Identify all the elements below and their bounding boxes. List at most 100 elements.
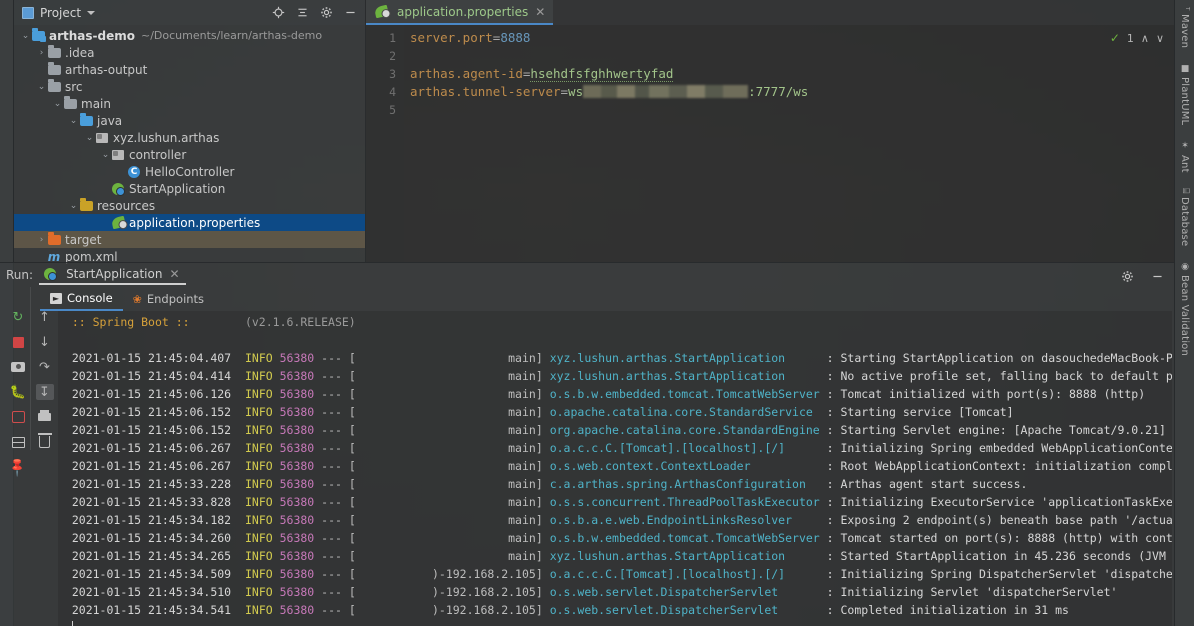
- tree-node-startapplication[interactable]: StartApplication: [14, 180, 365, 197]
- console-log-line: 2021-01-15 21:45:34.509 INFO 56380 --- […: [71, 567, 1172, 581]
- tree-node-label: src: [65, 79, 83, 94]
- console-log-line: 2021-01-15 21:45:04.407 INFO 56380 --- […: [71, 351, 1172, 365]
- tree-node-resources[interactable]: ⌄ resources: [14, 197, 365, 214]
- chevron-down-icon[interactable]: ⌄: [68, 201, 79, 211]
- pin-icon[interactable]: 📌: [7, 456, 29, 478]
- tree-node-label: target: [65, 232, 102, 247]
- tree-node-controller[interactable]: ⌄ controller: [14, 146, 365, 163]
- tree-node-xyz-lushun-arthas[interactable]: ⌄ xyz.lushun.arthas: [14, 129, 365, 146]
- tab-endpoints-label: Endpoints: [146, 292, 205, 306]
- tree-node-main[interactable]: ⌄ main: [14, 95, 365, 112]
- tree-node-target[interactable]: › target: [14, 231, 365, 248]
- rail-button-ant[interactable]: ✶ Ant: [1179, 138, 1190, 175]
- tree-node-arthas-output[interactable]: arthas-output: [14, 61, 365, 78]
- run-tool-window: Run: StartApplication ✕ ► Console ❀ Endp…: [0, 262, 1174, 626]
- minimize-icon[interactable]: [341, 4, 359, 22]
- scroll-up-icon[interactable]: ↑: [36, 309, 54, 325]
- console-spacer: [58, 331, 1172, 349]
- chevron-right-icon[interactable]: ›: [36, 235, 47, 245]
- rail-button-database[interactable]: ⌸ Database: [1179, 185, 1190, 249]
- settings-gear-icon[interactable]: [317, 4, 335, 22]
- tree-node-label: arthas-demo: [49, 28, 135, 43]
- tree-node-label: main: [81, 96, 111, 111]
- line-number: 4: [389, 85, 396, 99]
- screenshot-icon[interactable]: [9, 359, 27, 375]
- ide-window: Project ⌄ arthas-demo ~/Documents/learn/ar…: [0, 0, 1194, 626]
- console-log-line: 2021-01-15 21:45:33.828 INFO 56380 --- […: [71, 495, 1172, 509]
- console-log-line: 2021-01-15 21:45:34.260 INFO 56380 --- […: [71, 531, 1172, 545]
- console-log-line: 2021-01-15 21:45:04.414 INFO 56380 --- […: [71, 369, 1172, 383]
- code-content[interactable]: server.port=8888 arthas.agent-id=hsehdfs…: [404, 25, 1174, 262]
- folder-icon: [63, 95, 77, 111]
- chevron-down-icon[interactable]: ⌄: [100, 150, 111, 160]
- editor-tab-application-properties[interactable]: application.properties ✕: [366, 0, 554, 25]
- rerun-icon[interactable]: ↻: [9, 309, 27, 325]
- rail-button-label: Maven: [1179, 13, 1190, 48]
- chevron-down-icon[interactable]: ⌄: [52, 99, 63, 109]
- line-number: 1: [389, 31, 396, 45]
- scroll-down-icon[interactable]: ↓: [36, 334, 54, 350]
- chevron-down-icon[interactable]: ⌄: [36, 82, 47, 92]
- stop-icon[interactable]: [9, 334, 27, 350]
- project-tool-window: Project ⌄ arthas-demo ~/Documents/learn/ar…: [14, 0, 366, 264]
- console-log-line: 2021-01-15 21:45:06.267 INFO 56380 --- […: [71, 441, 1172, 455]
- line-number: 3: [389, 67, 396, 81]
- console-log-line: 2021-01-15 21:45:06.126 INFO 56380 --- […: [71, 387, 1146, 401]
- tab-endpoints[interactable]: ❀ Endpoints: [123, 287, 214, 311]
- inspection-check-icon: ✓: [1109, 31, 1120, 45]
- minimize-icon[interactable]: [1148, 267, 1166, 285]
- tree-node-src[interactable]: ⌄ src: [14, 78, 365, 95]
- run-toolbar-primary: ↻ 🐛 📌: [4, 287, 32, 479]
- run-configuration-label: StartApplication: [66, 267, 163, 281]
- package-icon: [95, 131, 109, 145]
- chevron-down-icon[interactable]: ⌄: [20, 31, 31, 41]
- locate-icon[interactable]: [269, 4, 287, 22]
- rail-button-bean-validation[interactable]: ◉ Bean Validation: [1179, 259, 1190, 359]
- tree-node-label: StartApplication: [129, 181, 226, 196]
- rail-button-maven[interactable]: ᵀ Maven: [1179, 4, 1190, 51]
- layout-icon[interactable]: [9, 434, 27, 450]
- console-banner: :: Spring Boot :: (v2.1.6.RELEASE): [71, 315, 356, 329]
- chevron-right-icon[interactable]: ›: [36, 48, 47, 58]
- editor-body[interactable]: 1 2 3 4 5 server.port=8888 arthas.agent-id=h…: [366, 25, 1174, 262]
- tree-node--idea[interactable]: › .idea: [14, 44, 365, 61]
- project-panel-header: Project: [14, 0, 365, 25]
- inspection-widget[interactable]: ✓ 1 ∧ ∨: [1110, 31, 1164, 45]
- clear-all-icon[interactable]: [36, 433, 54, 450]
- exit-icon[interactable]: [9, 409, 27, 425]
- run-configuration-tab[interactable]: StartApplication ✕: [39, 265, 186, 285]
- spring-boot-class-icon: [111, 182, 125, 196]
- console-log-line: 2021-01-15 21:45:06.152 INFO 56380 --- […: [71, 405, 1014, 419]
- chevron-down-icon[interactable]: ⌄: [84, 133, 95, 143]
- tree-node-arthas-demo[interactable]: ⌄ arthas-demo ~/Documents/learn/arthas-dem…: [14, 27, 365, 44]
- debug-icon[interactable]: 🐛: [9, 384, 27, 400]
- chevron-down-icon[interactable]: [87, 10, 96, 15]
- ant-icon: ✶: [1180, 141, 1190, 152]
- tree-node-java[interactable]: ⌄ java: [14, 112, 365, 129]
- collapse-all-icon[interactable]: [293, 4, 311, 22]
- folder-icon: [47, 61, 61, 77]
- console-output[interactable]: :: Spring Boot :: (v2.1.6.RELEASE) 2021-…: [58, 311, 1172, 626]
- scroll-to-end-icon[interactable]: ↧: [35, 384, 54, 400]
- console-log-line: 2021-01-15 21:45:34.541 INFO 56380 --- […: [71, 603, 1069, 617]
- tree-node-label: arthas-output: [65, 62, 148, 77]
- console-log-line: 2021-01-15 21:45:34.510 INFO 56380 --- […: [71, 585, 1118, 599]
- project-panel-title[interactable]: Project: [40, 6, 81, 20]
- close-icon[interactable]: ✕: [169, 267, 179, 281]
- code-line-3: arthas.agent-id=hsehdfsfghhwertyfad: [410, 66, 674, 82]
- rail-button-label: Bean Validation: [1179, 275, 1190, 357]
- tree-node-application-properties[interactable]: application.properties: [14, 214, 365, 231]
- settings-gear-icon[interactable]: [1118, 267, 1136, 285]
- next-problem-icon[interactable]: ∨: [1156, 32, 1164, 45]
- prev-problem-icon[interactable]: ∧: [1141, 32, 1149, 45]
- close-icon[interactable]: ✕: [535, 5, 545, 19]
- print-icon[interactable]: [36, 409, 54, 425]
- line-number: 5: [389, 103, 396, 117]
- tree-node-hellocontroller[interactable]: C HelloController: [14, 163, 365, 180]
- chevron-down-icon[interactable]: ⌄: [68, 116, 79, 126]
- soft-wrap-icon[interactable]: ↷: [36, 359, 54, 375]
- rail-button-plantuml[interactable]: ■ PlantUML: [1179, 61, 1190, 129]
- project-icon: [22, 6, 34, 19]
